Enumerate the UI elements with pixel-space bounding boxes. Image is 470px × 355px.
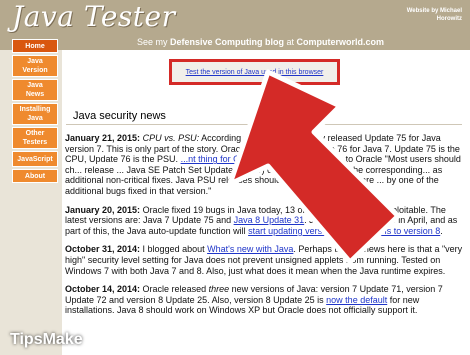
section-title: Java security news [73, 110, 166, 122]
news-text: . [440, 225, 443, 236]
news-link[interactable]: ...nt thing for Oracle and Java [181, 154, 299, 164]
tagline: See my Defensive Computing blog at Compu… [137, 34, 384, 50]
sidebar-item-home[interactable]: Home [12, 39, 58, 53]
news-date: January 21, 2015: [65, 133, 141, 143]
news-list: January 21, 2015: CPU vs. PSU: According… [65, 133, 463, 324]
news-date: January 20, 2015: [65, 204, 141, 215]
blog-link[interactable]: Defensive Computing blog [170, 37, 284, 47]
sidebar-item-about[interactable]: About [12, 169, 58, 183]
tagline-mid: at [284, 37, 297, 47]
test-java-highlight-box: Test the version of Java used in this br… [169, 59, 340, 85]
site-credit: Website by Michael Horowitz [406, 8, 462, 22]
news-date: October 31, 2014: [65, 244, 141, 255]
section-divider [66, 124, 462, 125]
news-link[interactable]: Java 8 Update 31 [234, 215, 305, 225]
news-heading: CPU vs. PSU: [142, 133, 200, 143]
news-text: Oracle released [140, 284, 209, 295]
site-title[interactable]: Java Tester [12, 0, 175, 34]
news-link[interactable]: What's new with Java [207, 244, 293, 254]
site-subheader: See my Defensive Computing blog at Compu… [0, 34, 470, 50]
news-item: January 21, 2015: CPU vs. PSU: According… [65, 133, 463, 197]
computerworld-link[interactable]: Computerworld.com [297, 37, 385, 47]
sidebar-item-javascript[interactable]: JavaScript [12, 151, 58, 167]
news-link[interactable]: start updating version 7 installations t… [248, 226, 440, 236]
sidebar-item-java-version[interactable]: Java Version [12, 55, 58, 77]
site-header: Java Tester Website by Michael Horowitz [0, 0, 470, 34]
sidebar-nav: Home Java Version Java News Installing J… [12, 39, 58, 185]
sidebar-item-other-testers[interactable]: Other Testers [12, 127, 58, 149]
news-date: October 14, 2014: [65, 284, 141, 295]
news-item: October 31, 2014: I blogged about What's… [65, 244, 463, 276]
sidebar-item-installing-java[interactable]: Installing Java [12, 103, 58, 125]
watermark: TipsMake [10, 331, 83, 348]
sidebar-item-java-news[interactable]: Java News [12, 79, 58, 101]
news-text: I blogged about [140, 244, 208, 255]
test-java-link[interactable]: Test the version of Java used in this br… [186, 69, 324, 76]
tagline-prefix: See my [137, 37, 171, 47]
main-content: Test the version of Java used in this br… [62, 50, 470, 355]
news-item: October 14, 2014: Oracle released three … [65, 284, 463, 316]
news-link[interactable]: now the default [326, 295, 387, 305]
news-emphasis: three [208, 284, 230, 295]
news-item: January 20, 2015: Oracle fixed 19 bugs i… [65, 205, 463, 237]
